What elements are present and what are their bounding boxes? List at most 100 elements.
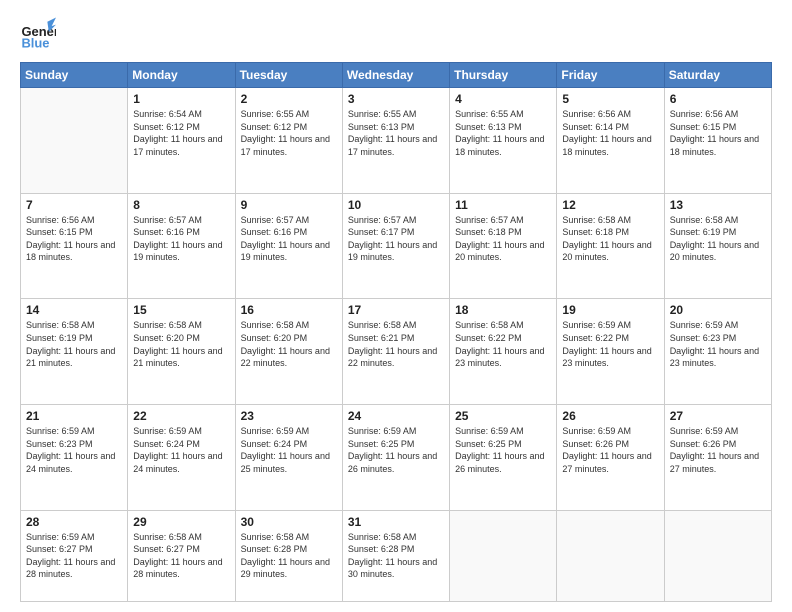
day-info: Sunrise: 6:59 AMSunset: 6:26 PMDaylight:… <box>562 425 658 475</box>
day-info: Sunrise: 6:57 AMSunset: 6:16 PMDaylight:… <box>241 214 337 264</box>
day-info: Sunrise: 6:59 AMSunset: 6:22 PMDaylight:… <box>562 319 658 369</box>
day-number: 4 <box>455 92 551 106</box>
day-info: Sunrise: 6:59 AMSunset: 6:24 PMDaylight:… <box>241 425 337 475</box>
day-info: Sunrise: 6:56 AMSunset: 6:14 PMDaylight:… <box>562 108 658 158</box>
day-info: Sunrise: 6:58 AMSunset: 6:28 PMDaylight:… <box>241 531 337 581</box>
day-number: 11 <box>455 198 551 212</box>
day-number: 22 <box>133 409 229 423</box>
calendar-cell: 9 Sunrise: 6:57 AMSunset: 6:16 PMDaylight… <box>235 193 342 299</box>
day-info: Sunrise: 6:58 AMSunset: 6:18 PMDaylight:… <box>562 214 658 264</box>
day-info: Sunrise: 6:59 AMSunset: 6:26 PMDaylight:… <box>670 425 766 475</box>
svg-text:Blue: Blue <box>21 36 49 51</box>
day-number: 1 <box>133 92 229 106</box>
day-info: Sunrise: 6:59 AMSunset: 6:24 PMDaylight:… <box>133 425 229 475</box>
weekday-header-sunday: Sunday <box>21 63 128 88</box>
calendar-cell: 13 Sunrise: 6:58 AMSunset: 6:19 PMDayligh… <box>664 193 771 299</box>
calendar-cell: 1 Sunrise: 6:54 AMSunset: 6:12 PMDaylight… <box>128 88 235 194</box>
calendar-cell: 15 Sunrise: 6:58 AMSunset: 6:20 PMDayligh… <box>128 299 235 405</box>
day-number: 15 <box>133 303 229 317</box>
calendar-cell <box>450 510 557 601</box>
day-info: Sunrise: 6:58 AMSunset: 6:19 PMDaylight:… <box>26 319 122 369</box>
logo: General Blue <box>20 16 56 52</box>
calendar-table: SundayMondayTuesdayWednesdayThursdayFrid… <box>20 62 772 602</box>
calendar-cell: 22 Sunrise: 6:59 AMSunset: 6:24 PMDayligh… <box>128 405 235 511</box>
day-info: Sunrise: 6:58 AMSunset: 6:20 PMDaylight:… <box>133 319 229 369</box>
day-info: Sunrise: 6:58 AMSunset: 6:22 PMDaylight:… <box>455 319 551 369</box>
day-number: 30 <box>241 515 337 529</box>
week-row-2: 7 Sunrise: 6:56 AMSunset: 6:15 PMDaylight… <box>21 193 772 299</box>
day-number: 8 <box>133 198 229 212</box>
weekday-header-friday: Friday <box>557 63 664 88</box>
calendar-cell: 27 Sunrise: 6:59 AMSunset: 6:26 PMDayligh… <box>664 405 771 511</box>
day-number: 18 <box>455 303 551 317</box>
day-info: Sunrise: 6:59 AMSunset: 6:27 PMDaylight:… <box>26 531 122 581</box>
day-number: 25 <box>455 409 551 423</box>
day-number: 5 <box>562 92 658 106</box>
calendar-cell: 30 Sunrise: 6:58 AMSunset: 6:28 PMDayligh… <box>235 510 342 601</box>
calendar-cell: 31Sunrise: 6:58 AMSunset: 6:28 PMDayligh… <box>342 510 449 601</box>
calendar-cell: 25 Sunrise: 6:59 AMSunset: 6:25 PMDayligh… <box>450 405 557 511</box>
header: General Blue <box>20 16 772 52</box>
calendar-cell: 18 Sunrise: 6:58 AMSunset: 6:22 PMDayligh… <box>450 299 557 405</box>
generalblue-logo-icon: General Blue <box>20 16 56 52</box>
day-info: Sunrise: 6:58 AMSunset: 6:20 PMDaylight:… <box>241 319 337 369</box>
day-number: 21 <box>26 409 122 423</box>
day-number: 24 <box>348 409 444 423</box>
day-number: 7 <box>26 198 122 212</box>
day-info: Sunrise: 6:57 AMSunset: 6:16 PMDaylight:… <box>133 214 229 264</box>
calendar-cell <box>664 510 771 601</box>
day-info: Sunrise: 6:57 AMSunset: 6:17 PMDaylight:… <box>348 214 444 264</box>
calendar-cell: 12 Sunrise: 6:58 AMSunset: 6:18 PMDayligh… <box>557 193 664 299</box>
weekday-header-row: SundayMondayTuesdayWednesdayThursdayFrid… <box>21 63 772 88</box>
calendar-cell <box>21 88 128 194</box>
calendar-cell: 28 Sunrise: 6:59 AMSunset: 6:27 PMDayligh… <box>21 510 128 601</box>
weekday-header-tuesday: Tuesday <box>235 63 342 88</box>
calendar-cell: 26 Sunrise: 6:59 AMSunset: 6:26 PMDayligh… <box>557 405 664 511</box>
calendar-cell: 19 Sunrise: 6:59 AMSunset: 6:22 PMDayligh… <box>557 299 664 405</box>
day-number: 3 <box>348 92 444 106</box>
week-row-4: 21Sunrise: 6:59 AMSunset: 6:23 PMDayligh… <box>21 405 772 511</box>
week-row-5: 28 Sunrise: 6:59 AMSunset: 6:27 PMDayligh… <box>21 510 772 601</box>
calendar-cell: 5 Sunrise: 6:56 AMSunset: 6:14 PMDaylight… <box>557 88 664 194</box>
day-info: Sunrise: 6:58 AMSunset: 6:27 PMDaylight:… <box>133 531 229 581</box>
day-number: 27 <box>670 409 766 423</box>
day-number: 6 <box>670 92 766 106</box>
day-number: 31 <box>348 515 444 529</box>
day-info: Sunrise: 6:55 AMSunset: 6:12 PMDaylight:… <box>241 108 337 158</box>
calendar-cell: 24 Sunrise: 6:59 AMSunset: 6:25 PMDayligh… <box>342 405 449 511</box>
calendar-cell: 16Sunrise: 6:58 AMSunset: 6:20 PMDayligh… <box>235 299 342 405</box>
day-info: Sunrise: 6:55 AMSunset: 6:13 PMDaylight:… <box>348 108 444 158</box>
calendar-cell <box>557 510 664 601</box>
calendar-cell: 4 Sunrise: 6:55 AMSunset: 6:13 PMDaylight… <box>450 88 557 194</box>
calendar-cell: 8 Sunrise: 6:57 AMSunset: 6:16 PMDaylight… <box>128 193 235 299</box>
page: General Blue SundayMondayTuesdayWednesda… <box>0 0 792 612</box>
day-number: 9 <box>241 198 337 212</box>
day-number: 23 <box>241 409 337 423</box>
day-number: 20 <box>670 303 766 317</box>
calendar-cell: 3 Sunrise: 6:55 AMSunset: 6:13 PMDaylight… <box>342 88 449 194</box>
day-number: 26 <box>562 409 658 423</box>
calendar-cell: 23 Sunrise: 6:59 AMSunset: 6:24 PMDayligh… <box>235 405 342 511</box>
day-number: 19 <box>562 303 658 317</box>
day-info: Sunrise: 6:59 AMSunset: 6:25 PMDaylight:… <box>348 425 444 475</box>
day-info: Sunrise: 6:59 AMSunset: 6:25 PMDaylight:… <box>455 425 551 475</box>
day-number: 28 <box>26 515 122 529</box>
weekday-header-wednesday: Wednesday <box>342 63 449 88</box>
day-info: Sunrise: 6:55 AMSunset: 6:13 PMDaylight:… <box>455 108 551 158</box>
day-number: 13 <box>670 198 766 212</box>
day-number: 12 <box>562 198 658 212</box>
calendar-cell: 10 Sunrise: 6:57 AMSunset: 6:17 PMDayligh… <box>342 193 449 299</box>
day-info: Sunrise: 6:56 AMSunset: 6:15 PMDaylight:… <box>26 214 122 264</box>
calendar-cell: 2 Sunrise: 6:55 AMSunset: 6:12 PMDaylight… <box>235 88 342 194</box>
day-info: Sunrise: 6:54 AMSunset: 6:12 PMDaylight:… <box>133 108 229 158</box>
day-number: 2 <box>241 92 337 106</box>
calendar-cell: 14 Sunrise: 6:58 AMSunset: 6:19 PMDayligh… <box>21 299 128 405</box>
day-number: 10 <box>348 198 444 212</box>
calendar-cell: 17Sunrise: 6:58 AMSunset: 6:21 PMDayligh… <box>342 299 449 405</box>
weekday-header-thursday: Thursday <box>450 63 557 88</box>
week-row-3: 14 Sunrise: 6:58 AMSunset: 6:19 PMDayligh… <box>21 299 772 405</box>
week-row-1: 1 Sunrise: 6:54 AMSunset: 6:12 PMDaylight… <box>21 88 772 194</box>
day-info: Sunrise: 6:58 AMSunset: 6:19 PMDaylight:… <box>670 214 766 264</box>
day-number: 14 <box>26 303 122 317</box>
day-info: Sunrise: 6:57 AMSunset: 6:18 PMDaylight:… <box>455 214 551 264</box>
